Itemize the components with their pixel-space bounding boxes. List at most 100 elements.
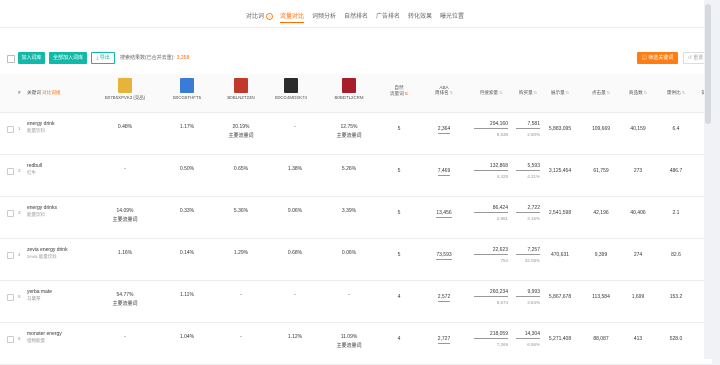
purchases-rate: 6.56% <box>527 341 540 347</box>
aba-rank-cell[interactable]: 2,572 <box>431 294 457 302</box>
col-purchases[interactable]: 购买量⇅ <box>516 90 540 96</box>
purchases-cell: 2,722 3.15% <box>516 205 540 221</box>
tab-compare-words[interactable]: 对比词? <box>246 11 274 20</box>
monthly-search-sub: 2,881 <box>496 215 508 221</box>
col-product-4[interactable]: B0CG4MDSK74 <box>259 78 323 100</box>
purchases-value[interactable]: 9,993 <box>516 289 540 297</box>
row-checkbox[interactable] <box>7 168 14 175</box>
col-product-1[interactable]: B07B5XPVK3 (竞品) <box>93 78 157 101</box>
col-product-count[interactable]: 商品数⇅ <box>626 90 650 96</box>
tab-organic-rank[interactable]: 自然排名 <box>344 11 368 20</box>
purchases-cell: 5,593 4.21% <box>516 163 540 179</box>
keyword-text[interactable]: yerba mate <box>27 289 52 295</box>
row-checkbox[interactable] <box>7 336 14 343</box>
page: 对比词? 流量对比 词频分析 自然排名 广告排名 转化效果 曝光位置 加入词库 … <box>0 0 712 365</box>
monthly-search-value[interactable]: 86,424 <box>474 205 508 213</box>
tab-traffic-compare[interactable]: 流量对比 <box>280 11 305 23</box>
aba-rank-cell[interactable]: 2,364 <box>431 126 457 134</box>
purchases-value[interactable]: 2,722 <box>516 205 540 213</box>
col-impressions-label: 展示量 <box>550 90 565 95</box>
help-icon[interactable]: ? <box>266 12 274 20</box>
aba-rank-value[interactable]: 2,364 <box>437 126 451 134</box>
purchases-value[interactable]: 14,304 <box>516 331 540 339</box>
clicks-value: 42,196 <box>593 210 609 216</box>
keyword-translation: 马黛茶 <box>27 296 41 301</box>
keyword-text[interactable]: redbull <box>27 163 42 169</box>
keyword-text[interactable]: monster energy <box>27 331 62 337</box>
aba-rank-cell[interactable]: 2,727 <box>431 336 457 344</box>
col-aba-line2-wrap: 周排名⇅ <box>431 90 457 96</box>
aba-rank-cell[interactable]: 7,469 <box>431 168 457 176</box>
filter-keywords-button[interactable]: ▤ 筛选关键词 <box>637 52 678 64</box>
col-clicks[interactable]: 点击量⇅ <box>589 90 613 96</box>
sort-icon[interactable]: ⇅ <box>566 90 569 95</box>
tab-conversion[interactable]: 转化效果 <box>408 11 432 20</box>
share-value: 11.09% <box>340 334 358 340</box>
add-to-library-button[interactable]: 加入词库 <box>18 52 45 64</box>
keyword-text[interactable]: energy drink <box>27 121 55 127</box>
reset-label: 重置 <box>693 55 704 61</box>
tab-word-frequency[interactable]: 词频分析 <box>312 11 336 20</box>
row-checkbox[interactable] <box>7 126 14 133</box>
impressions-value: 5,867,678 <box>548 294 572 300</box>
keyword-text[interactable]: energy drinks <box>27 205 57 211</box>
aba-rank-value[interactable]: 7,469 <box>437 168 451 176</box>
row-checkbox[interactable] <box>7 294 14 301</box>
keyword-text[interactable]: zevia energy drink <box>27 247 68 253</box>
purchases-value[interactable]: 5,593 <box>516 163 540 171</box>
aba-rank-cell[interactable]: 73,593 <box>431 252 457 260</box>
row-checkbox[interactable] <box>7 252 14 259</box>
col-keyword-extra[interactable]: 对比词组 <box>42 90 60 95</box>
aba-rank-cell[interactable]: 13,456 <box>431 210 457 218</box>
table-row: 3 energy drinks 能量饮料 14.09% 主要流量词 0.33% 5… <box>0 197 712 239</box>
monthly-search-value[interactable]: 132,868 <box>474 163 508 171</box>
add-all-to-library-button[interactable]: 全部加入词库 <box>49 52 87 64</box>
aba-rank-value[interactable]: 73,593 <box>436 252 452 260</box>
purchases-value[interactable]: 7,581 <box>516 121 540 129</box>
aba-rank-value[interactable]: 2,572 <box>437 294 451 302</box>
col-keyword-label: 关键词 <box>27 90 41 95</box>
monthly-search-value[interactable]: 22,623 <box>474 247 508 255</box>
summary-count: 3,258 <box>176 55 190 61</box>
sort-icon[interactable]: ⇅ <box>682 90 685 95</box>
sort-icon[interactable]: ⇅ <box>405 91 408 96</box>
product-count-value: 274 <box>633 252 643 258</box>
monthly-search-value[interactable]: 260,234 <box>474 289 508 297</box>
share-value: 5.26% <box>341 166 357 172</box>
row-index: 3 <box>18 210 21 215</box>
row-index: 6 <box>18 336 21 341</box>
aba-rank-value[interactable]: 2,727 <box>437 336 451 344</box>
tab-ad-rank[interactable]: 广告排名 <box>376 11 400 20</box>
select-all-checkbox[interactable] <box>7 55 15 63</box>
sort-icon[interactable]: ⇅ <box>450 90 453 95</box>
monthly-search-sub: 7,269 <box>496 341 508 347</box>
export-button[interactable]: ⤓ 导出 <box>91 52 115 64</box>
col-aba-rank[interactable]: ABA 周排名⇅ <box>431 85 457 96</box>
table-row: 1 energy drink 能量饮料 0.48% 1.17% 20.19% 主要… <box>0 113 712 155</box>
vertical-scrollbar[interactable] <box>704 0 712 359</box>
col-index: # <box>18 90 21 95</box>
row-index: 2 <box>18 168 21 173</box>
aba-rank-value[interactable]: 13,456 <box>436 210 452 218</box>
col-shared-words[interactable]: 自然 流量词⇅ <box>387 85 411 97</box>
row-checkbox[interactable] <box>7 210 14 217</box>
col-impressions[interactable]: 展示量⇅ <box>548 90 572 96</box>
tab-exposure-position[interactable]: 曝光位置 <box>440 11 464 20</box>
col-monthly-search[interactable]: 月搜索量⇅ <box>474 90 508 96</box>
col-product-5[interactable]: B0BDTL2CRM <box>317 78 381 100</box>
monthly-search-sub: 4,429 <box>496 173 508 179</box>
col-supply-demand[interactable]: 需供比⇅ <box>664 90 688 96</box>
scrollbar-thumb[interactable] <box>705 4 711 124</box>
product-count-value: 1,699 <box>631 294 645 300</box>
sort-icon[interactable]: ⇅ <box>534 90 537 95</box>
impressions-value: 5,271,408 <box>548 336 572 342</box>
product-asin: B0BDTL2CRM <box>334 95 364 100</box>
purchases-value[interactable]: 7,257 <box>516 247 540 255</box>
monthly-search-value[interactable]: 294,160 <box>474 121 508 129</box>
monthly-search-value[interactable]: 218,059 <box>474 331 508 339</box>
sort-icon[interactable]: ⇅ <box>644 90 647 95</box>
purchases-rate: 3.84% <box>527 299 540 305</box>
supply-demand-value: 6.4 <box>672 126 680 132</box>
sort-icon[interactable]: ⇅ <box>607 90 610 95</box>
sort-icon[interactable]: ⇅ <box>499 90 502 95</box>
